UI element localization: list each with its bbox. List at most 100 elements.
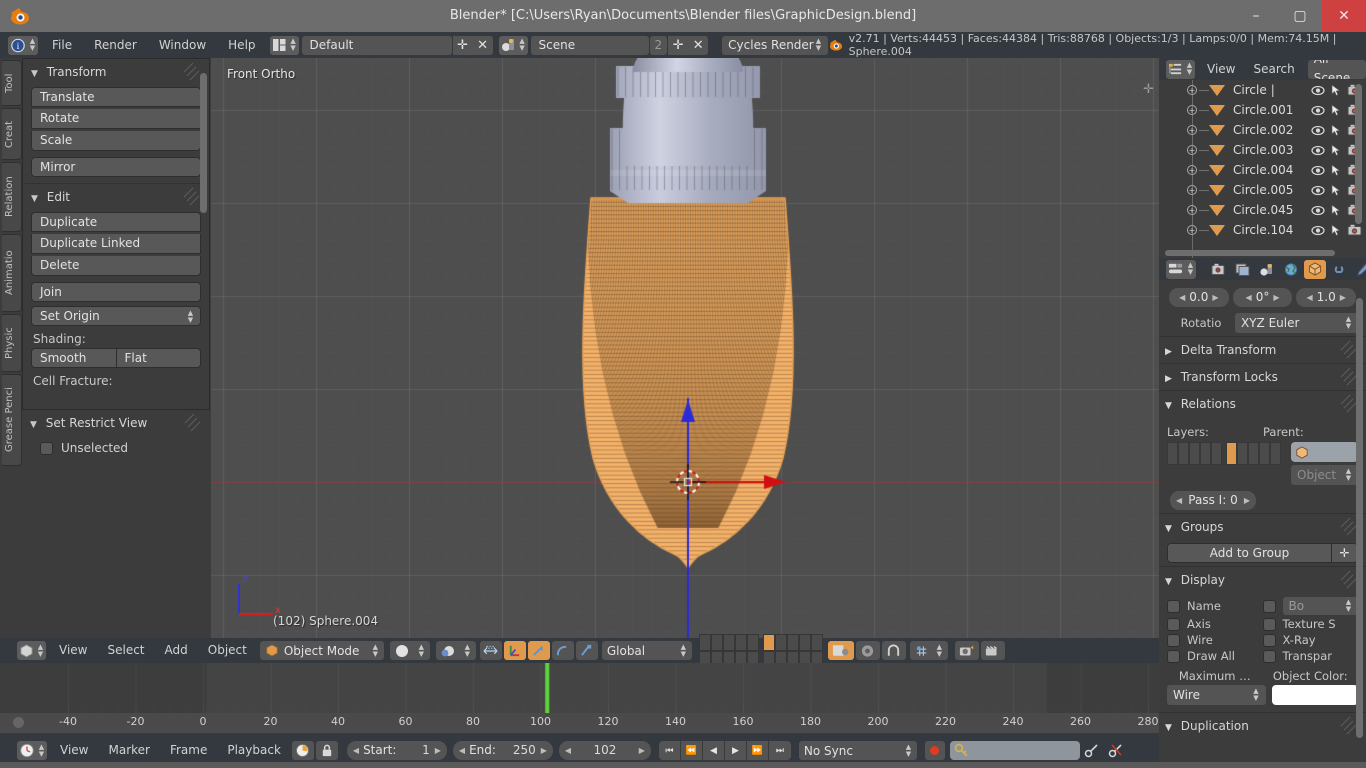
display-bounds-checkbox[interactable] bbox=[1262, 599, 1276, 613]
join-button[interactable]: Join bbox=[31, 282, 201, 302]
relations-panel-header[interactable]: ▼ Relations bbox=[1159, 390, 1366, 417]
maximize-button[interactable]: ▢ bbox=[1278, 0, 1322, 32]
outliner-editor[interactable]: ▲▼ View Search All Scene + Circle | + Ci… bbox=[1159, 58, 1366, 258]
outliner-row-circle-104[interactable]: + Circle.104 bbox=[1159, 220, 1366, 240]
properties-tab-constraints[interactable] bbox=[1328, 260, 1350, 279]
menu-window[interactable]: Window bbox=[148, 32, 217, 58]
delete-scene-button[interactable]: ✕ bbox=[688, 35, 709, 55]
display-xray-checkbox[interactable] bbox=[1262, 633, 1276, 647]
chevron-left-icon[interactable]: ◀ bbox=[1179, 288, 1185, 307]
tool-shelf-scrollbar[interactable] bbox=[200, 73, 207, 213]
chevron-left-icon[interactable]: ◀ bbox=[1306, 288, 1312, 307]
manipulator-mode-icon[interactable] bbox=[575, 641, 598, 660]
timeline-menu-frame[interactable]: Frame bbox=[160, 738, 217, 763]
record-icon[interactable] bbox=[924, 741, 945, 760]
scale-manipulator-icon[interactable] bbox=[551, 641, 574, 660]
mirror-button[interactable]: Mirror bbox=[31, 157, 201, 177]
render-engine-selector[interactable]: Cycles Render ▲ ▼ bbox=[722, 35, 828, 55]
display-draw-all-checkbox-row[interactable]: Draw All bbox=[1167, 649, 1263, 663]
chevron-left-icon[interactable]: ◀ bbox=[353, 741, 359, 760]
interaction-mode-selector[interactable]: Object Mode ▲ ▼ bbox=[259, 641, 384, 660]
close-button[interactable]: ✕ bbox=[1322, 0, 1366, 32]
screen-layout-selector[interactable]: ▲ ▼ bbox=[269, 35, 299, 55]
properties-tab-modifiers[interactable] bbox=[1352, 260, 1366, 279]
shade-flat-button[interactable]: Flat bbox=[116, 348, 201, 368]
groups-panel-header[interactable]: ▼ Groups bbox=[1159, 513, 1366, 540]
maximum-draw-type-select[interactable]: Wire ▲ ▼ bbox=[1167, 685, 1266, 705]
chevron-right-icon[interactable]: ▶ bbox=[1212, 288, 1218, 307]
expand-icon[interactable]: + bbox=[1187, 165, 1197, 175]
chevron-left-icon[interactable]: ◀ bbox=[1176, 491, 1182, 510]
sync-mode-selector[interactable]: No Sync ▲ ▼ bbox=[798, 741, 917, 760]
display-name-checkbox[interactable] bbox=[1167, 599, 1180, 613]
display-texture-space-checkbox[interactable] bbox=[1262, 617, 1276, 631]
location-value-field[interactable]: ◀ 0.0 ▶ bbox=[1169, 288, 1229, 307]
3d-viewport[interactable]: Front Ortho (102) Sphere.004 ✛ z x bbox=[211, 58, 1159, 638]
duplication-panel-header[interactable]: ▼ Duplication bbox=[1159, 712, 1366, 739]
parent-object-field[interactable] bbox=[1291, 442, 1358, 462]
chevron-left-icon[interactable]: ◀ bbox=[1246, 288, 1252, 307]
chevron-left-icon[interactable]: ◀ bbox=[459, 741, 465, 760]
properties-tab-world[interactable] bbox=[1280, 260, 1302, 279]
outliner-row-circle-005[interactable]: + Circle.005 bbox=[1159, 180, 1366, 200]
properties-tab-scene[interactable] bbox=[1256, 260, 1278, 279]
unselected-checkbox[interactable] bbox=[40, 441, 53, 455]
current-frame-field[interactable]: ◀ 102 ▶ bbox=[558, 741, 651, 760]
scene-name[interactable]: Scene bbox=[530, 35, 649, 55]
play-reverse-icon[interactable]: ◀ bbox=[703, 741, 725, 760]
chevron-right-icon[interactable]: ▶ bbox=[1244, 491, 1250, 510]
pivot-point-selector[interactable]: ▲ ▼ bbox=[435, 641, 476, 660]
add-to-group-button[interactable]: Add to Group bbox=[1167, 543, 1332, 563]
edit-panel-header[interactable]: ▼ Edit bbox=[23, 183, 209, 210]
viewport-menu-select[interactable]: Select bbox=[97, 638, 154, 663]
timeline-editor[interactable]: -40 -20 0 20 40 60 80 100 120 140 160 180 200 220 240 2… bbox=[0, 663, 1159, 768]
rotation-mode-select[interactable]: XYZ Euler ▲ ▼ bbox=[1235, 313, 1358, 333]
expand-icon[interactable]: + bbox=[1187, 125, 1197, 135]
unselected-checkbox-row[interactable]: Unselected bbox=[40, 441, 210, 455]
texture-solid-toggle-icon[interactable] bbox=[827, 641, 854, 660]
end-frame-field[interactable]: ◀ End: 250 ▶ bbox=[452, 741, 553, 760]
jump-end-icon[interactable]: ⏭ bbox=[769, 741, 791, 760]
tool-tab-physics[interactable]: Physic bbox=[2, 314, 22, 372]
prev-keyframe-icon[interactable]: ⏪ bbox=[681, 741, 703, 760]
bounds-type-select[interactable]: Bo ▲ ▼ bbox=[1282, 597, 1358, 615]
display-transparency-checkbox[interactable] bbox=[1262, 649, 1276, 663]
viewport-canvas[interactable] bbox=[211, 58, 1159, 638]
translate-manipulator-icon[interactable] bbox=[503, 641, 526, 660]
display-panel-header[interactable]: ▼ Display bbox=[1159, 566, 1366, 593]
chevron-right-icon[interactable]: ▶ bbox=[541, 741, 547, 760]
rotation-value-field[interactable]: ◀ 0° ▶ bbox=[1232, 288, 1293, 307]
outliner-row-circle[interactable]: + Circle | bbox=[1159, 80, 1366, 100]
screen-layout-name[interactable]: Default bbox=[301, 35, 452, 55]
minimize-button[interactable]: – bbox=[1234, 0, 1278, 32]
display-wire-checkbox-row[interactable]: Wire bbox=[1167, 633, 1263, 647]
viewport-shading-selector[interactable]: ▲ ▼ bbox=[389, 641, 430, 660]
next-keyframe-icon[interactable]: ⏩ bbox=[747, 741, 769, 760]
timeline-menu-playback[interactable]: Playback bbox=[217, 738, 291, 763]
display-transparency-row[interactable]: Transpar bbox=[1262, 649, 1359, 663]
lock-icon[interactable] bbox=[315, 741, 338, 760]
viewport-menu-add[interactable]: Add bbox=[155, 638, 198, 663]
outliner-row-circle-003[interactable]: + Circle.003 bbox=[1159, 140, 1366, 160]
scene-selector-icon-group[interactable]: ▲ ▼ bbox=[498, 35, 528, 55]
auto-keying-icon[interactable] bbox=[291, 741, 314, 760]
display-xray-row[interactable]: X-Ray bbox=[1262, 633, 1359, 647]
tool-tab-grease-pencil[interactable]: Grease Penci bbox=[2, 374, 22, 466]
display-texture-space-row[interactable]: Texture S bbox=[1262, 617, 1359, 631]
chevron-left-icon[interactable]: ◀ bbox=[565, 741, 571, 760]
set-origin-dropdown[interactable]: Set Origin ▲ ▼ bbox=[31, 306, 201, 326]
properties-tab-object[interactable] bbox=[1304, 259, 1326, 279]
viewport-render-icon[interactable] bbox=[980, 641, 1005, 660]
display-bounds-row[interactable]: Bo ▲ ▼ bbox=[1262, 597, 1358, 615]
object-color-swatch[interactable] bbox=[1271, 685, 1358, 705]
restrict-view-header[interactable]: ▼ Set Restrict View bbox=[22, 410, 210, 436]
add-scene-button[interactable]: ✛ bbox=[668, 35, 689, 55]
timeline-track[interactable] bbox=[0, 663, 1159, 733]
viewport-region-toggle-icon[interactable]: ✛ bbox=[1143, 82, 1154, 97]
shade-smooth-button[interactable]: Smooth bbox=[31, 348, 117, 368]
tool-tab-relations[interactable]: Relation bbox=[2, 162, 22, 232]
delta-transform-panel-header[interactable]: ▶ Delta Transform bbox=[1159, 336, 1366, 363]
insert-keyframe-icon[interactable] bbox=[1081, 741, 1103, 760]
scene-users-count[interactable]: 2 bbox=[649, 35, 668, 55]
play-icon[interactable]: ▶ bbox=[725, 741, 747, 760]
